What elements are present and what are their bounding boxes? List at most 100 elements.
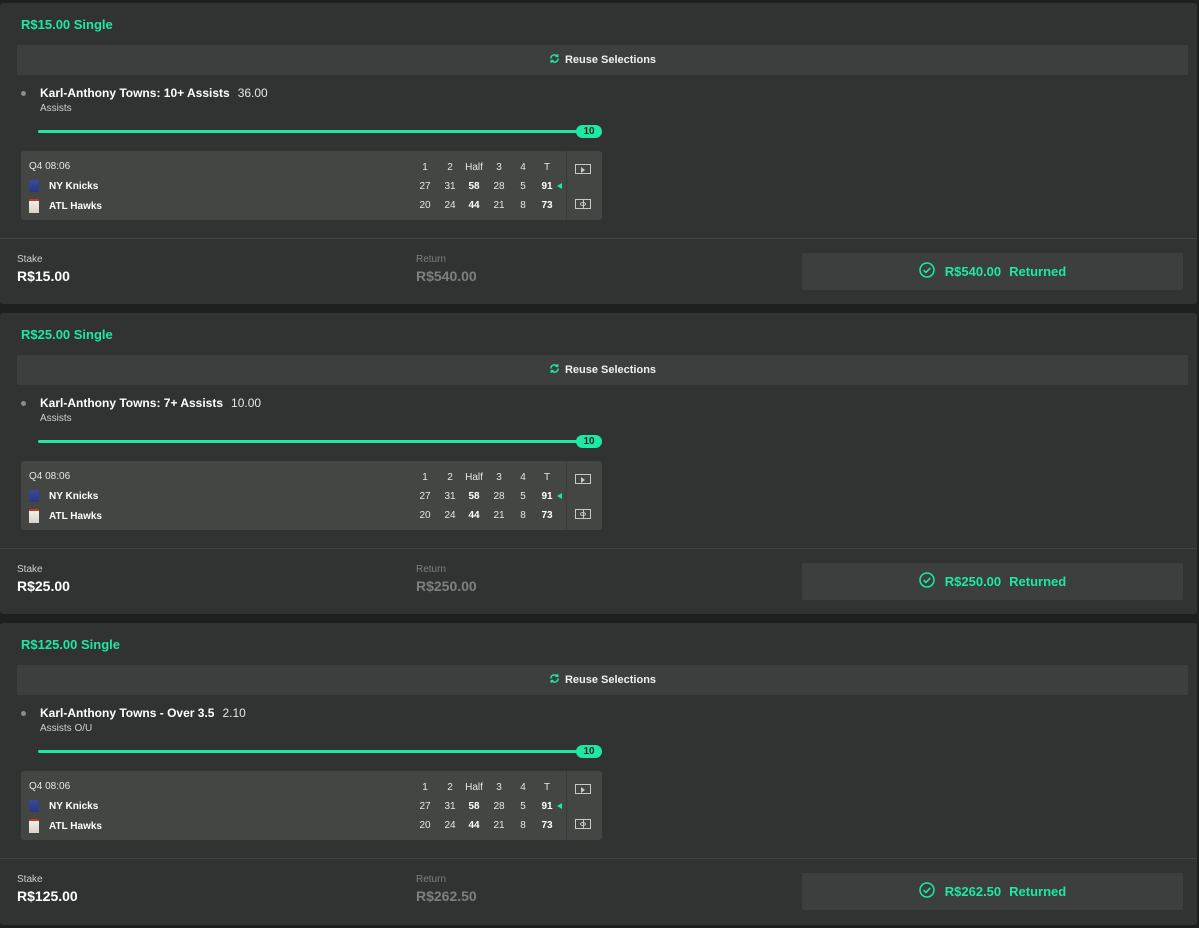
selection-bullet-icon (21, 91, 26, 96)
stake-value: R$125.00 (17, 888, 78, 904)
divider (0, 858, 1197, 859)
score-header: Half (465, 162, 483, 173)
stake-label: Stake (17, 874, 43, 885)
progress-bar (38, 440, 578, 443)
progress-value-badge: 10 (576, 125, 602, 138)
selection-name: Karl-Anthony Towns - Over 3.5 2.10 (40, 706, 246, 720)
team-row: ATL Hawks (29, 509, 102, 523)
check-circle-icon (919, 882, 935, 901)
game-clock: Q4 08:06 (29, 781, 71, 792)
score-header: 3 (496, 162, 502, 173)
refresh-icon (549, 673, 560, 687)
score-cell: 5 (520, 181, 526, 192)
scoreboard-divider (566, 771, 567, 840)
score-header: Half (465, 782, 483, 793)
score-cell: 24 (444, 200, 456, 211)
score-cell: 44 (468, 510, 480, 521)
team-row: NY Knicks (29, 180, 98, 192)
selection-name: Karl-Anthony Towns: 10+ Assists 36.00 (40, 86, 268, 100)
play-icon[interactable] (575, 474, 591, 484)
bet-title: R$15.00 Single (21, 17, 113, 32)
score-header: T (543, 472, 551, 483)
score-cell: 27 (419, 801, 431, 812)
divider (0, 238, 1197, 239)
score-cell: 8 (520, 820, 526, 831)
reuse-selections-label: Reuse Selections (564, 54, 657, 66)
play-icon[interactable] (575, 164, 591, 174)
returned-amount: R$540.00 (944, 264, 1002, 279)
team-jersey-icon (29, 180, 39, 192)
score-header: 4 (520, 162, 526, 173)
team-row: NY Knicks (29, 800, 98, 812)
score-header: 4 (520, 472, 526, 483)
divider (0, 548, 1197, 549)
team-name: NY Knicks (49, 180, 99, 192)
score-cell: 73 (541, 200, 553, 211)
selection-market: Assists (40, 413, 72, 424)
return-value: R$540.00 (416, 268, 477, 284)
bet-title: R$125.00 Single (21, 637, 120, 652)
selection-name: Karl-Anthony Towns: 7+ Assists 10.00 (40, 396, 261, 410)
selection-market: Assists (40, 103, 72, 114)
score-cell: 28 (493, 181, 505, 192)
scoreboard: Q4 08:06 1 2 Half 3 4 T NY Knicks 27 31 58 28 5 91… (21, 151, 602, 220)
returned-amount: R$262.50 (944, 884, 1002, 899)
bet-card: R$25.00 Single Reuse Selections Karl-Ant… (0, 313, 1197, 614)
game-clock: Q4 08:06 (29, 471, 71, 482)
team-jersey-icon (29, 509, 39, 523)
returned-status-button[interactable]: R$250.00 Returned (802, 563, 1183, 600)
score-cell: 91 (541, 181, 553, 192)
return-value: R$250.00 (416, 578, 477, 594)
scoreboard-divider (566, 461, 567, 530)
score-cell: 8 (520, 200, 526, 211)
scoreboard: Q4 08:06 1 2 Half 3 4 T NY Knicks 27 31 58 28 5 91… (21, 461, 602, 530)
refresh-icon (549, 363, 560, 377)
score-cell: 5 (520, 491, 526, 502)
team-jersey-icon (29, 819, 39, 833)
score-cell: 27 (419, 491, 431, 502)
score-cell: 28 (493, 801, 505, 812)
team-name: ATL Hawks (49, 820, 102, 832)
team-name: ATL Hawks (49, 510, 102, 522)
score-header: T (543, 782, 551, 793)
score-cell: 91 (541, 491, 553, 502)
team-name: ATL Hawks (49, 200, 102, 212)
stake-label: Stake (17, 564, 43, 575)
refresh-icon (549, 53, 560, 67)
court-icon[interactable] (575, 819, 591, 829)
score-cell: 31 (444, 181, 456, 192)
return-value: R$262.50 (416, 888, 477, 904)
team-jersey-icon (29, 199, 39, 213)
selection-label: Karl-Anthony Towns: 10+ Assists (40, 86, 230, 100)
score-header: 1 (422, 162, 428, 173)
score-header: 2 (447, 162, 453, 173)
check-circle-icon (919, 262, 935, 281)
progress-bar (38, 750, 578, 753)
score-cell: 58 (468, 491, 480, 502)
reuse-selections-label: Reuse Selections (564, 364, 657, 376)
returned-label: Returned (1009, 574, 1067, 589)
possession-indicator-icon (557, 183, 562, 189)
reuse-selections-button[interactable]: Reuse Selections (17, 45, 1188, 75)
score-cell: 21 (493, 200, 505, 211)
court-icon[interactable] (575, 199, 591, 209)
play-icon[interactable] (575, 784, 591, 794)
court-icon[interactable] (575, 509, 591, 519)
selection-bullet-icon (21, 401, 26, 406)
reuse-selections-button[interactable]: Reuse Selections (17, 665, 1188, 695)
selection-market: Assists O/U (40, 723, 93, 734)
selection-bullet-icon (21, 711, 26, 716)
return-label: Return (416, 874, 447, 885)
team-jersey-icon (29, 800, 39, 812)
returned-status-button[interactable]: R$262.50 Returned (802, 873, 1183, 910)
possession-indicator-icon (557, 493, 562, 499)
selection-odds: 2.10 (222, 706, 246, 720)
returned-status-button[interactable]: R$540.00 Returned (802, 253, 1183, 290)
returned-label: Returned (1009, 264, 1067, 279)
selection-odds: 10.00 (231, 396, 262, 410)
team-name: NY Knicks (49, 800, 99, 812)
reuse-selections-button[interactable]: Reuse Selections (17, 355, 1188, 385)
score-cell: 28 (493, 491, 505, 502)
team-row: ATL Hawks (29, 819, 102, 833)
score-cell: 58 (468, 801, 480, 812)
